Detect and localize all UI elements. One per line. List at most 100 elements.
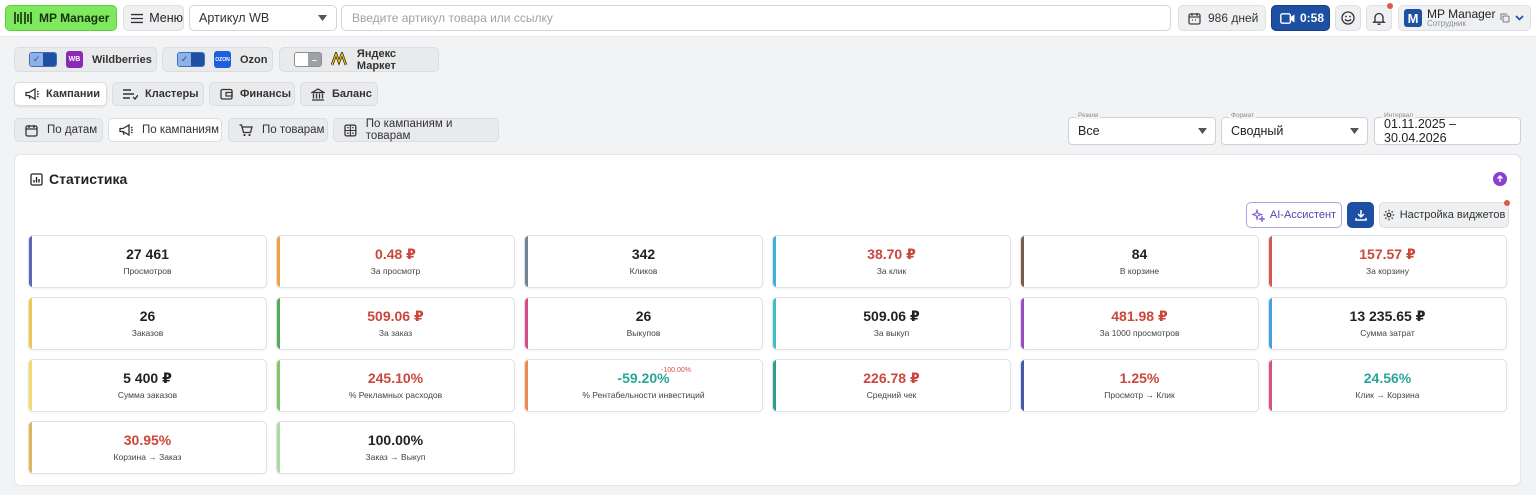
cart-icon <box>239 123 253 136</box>
menu-button[interactable]: Меню <box>123 5 184 31</box>
view-by-campaigns[interactable]: По кампаниям <box>108 118 222 142</box>
stat-card-caption: Заказ → Выкуп <box>365 451 426 462</box>
stat-card-caption: % Рекламных расходов <box>348 389 443 400</box>
top-bar: MP Manager Меню Артикул WB 986 дней 0:58… <box>0 0 1536 37</box>
article-type-select[interactable]: Артикул WB <box>189 5 337 31</box>
tab-balance[interactable]: Баланс <box>300 82 378 106</box>
stat-card-value: 26 <box>635 308 652 325</box>
bank-icon <box>311 87 325 101</box>
calendar-icon <box>25 124 38 137</box>
subscription-days-button[interactable]: 986 дней <box>1178 5 1266 31</box>
stat-card: 245.10% % Рекламных расходов <box>276 359 515 412</box>
notification-dot <box>1387 3 1393 9</box>
stat-card-accent <box>277 360 280 411</box>
format-select[interactable]: Формат Сводный <box>1221 112 1368 145</box>
marketplace-label: Яндекс Маркет <box>356 47 397 72</box>
stat-card-accent <box>773 360 776 411</box>
settings-notification-dot <box>1504 200 1510 206</box>
stat-card-delta: -100.00% <box>661 367 691 374</box>
bell-icon <box>1372 12 1386 25</box>
user-menu-button[interactable]: M MP Manager Сотрудник <box>1398 5 1531 31</box>
sparkle-icon <box>1251 208 1265 222</box>
view-label: По товарам <box>262 124 325 136</box>
smile-icon <box>1341 11 1355 25</box>
download-button[interactable] <box>1347 202 1374 228</box>
notifications-button[interactable] <box>1366 3 1393 31</box>
menu-label: Меню <box>149 11 183 25</box>
stat-card: 5 400 ₽ Сумма заказов <box>28 359 267 412</box>
wildberries-logo-icon: WB <box>66 51 83 68</box>
stat-card: 509.06 ₽ За выкуп <box>772 297 1011 350</box>
marketplace-toggle-yandex[interactable]: – Яндекс Маркет <box>279 47 439 72</box>
stat-card-accent <box>29 298 32 349</box>
stat-card-caption: Клик → Корзина <box>1355 389 1420 400</box>
grid-icon <box>344 123 357 137</box>
stat-card-caption: Просмотр → Клик <box>1104 389 1175 400</box>
stat-card-caption: За корзину <box>1366 265 1409 276</box>
marketplace-toggle-wildberries[interactable]: ✓ WB Wildberries <box>14 47 157 72</box>
stat-card: 226.78 ₽ Средний чек <box>772 359 1011 412</box>
stat-card: 27 461 Просмотров <box>28 235 267 288</box>
stat-card-value: 226.78 ₽ <box>863 370 920 387</box>
stat-card-value: 1.25% <box>1119 370 1160 387</box>
stat-card-accent <box>773 236 776 287</box>
hamburger-icon <box>131 13 144 23</box>
stat-card-value: 157.57 ₽ <box>1359 246 1416 263</box>
days-label: 986 дней <box>1208 11 1259 25</box>
stat-card-value: 342 <box>631 246 656 263</box>
view-by-products[interactable]: По товарам <box>228 118 328 142</box>
stat-card: 38.70 ₽ За клик <box>772 235 1011 288</box>
stat-card-value: 84 <box>1131 246 1148 263</box>
stat-card: 157.57 ₽ За корзину <box>1268 235 1507 288</box>
format-label: Формат <box>1229 112 1257 119</box>
logo-button[interactable]: MP Manager <box>5 5 117 31</box>
stat-card: 0.48 ₽ За просмотр <box>276 235 515 288</box>
stat-card: 481.98 ₽ За 1000 просмотров <box>1020 297 1259 350</box>
stat-card-accent <box>1269 360 1272 411</box>
stat-card: 13 235.65 ₽ Сумма затрат <box>1268 297 1507 350</box>
view-by-campaigns-and-products[interactable]: По кампаниям и товарам <box>333 118 499 142</box>
widget-settings-label: Настройка виджетов <box>1399 209 1506 221</box>
stat-card: 24.56% Клик → Корзина <box>1268 359 1507 412</box>
search-box <box>341 5 1171 31</box>
feedback-button[interactable] <box>1335 5 1361 31</box>
tab-finance[interactable]: Финансы <box>209 82 295 106</box>
stat-card-caption: % Рентабельности инвестиций <box>582 389 705 400</box>
interval-picker[interactable]: Интервал 01.11.2025 – 30.04.2026 <box>1374 112 1521 145</box>
stat-card-caption: Выкупов <box>626 327 661 338</box>
stat-card-accent <box>525 360 528 411</box>
panel-title-text: Статистика <box>49 171 128 187</box>
tab-campaigns[interactable]: Кампании <box>14 82 107 106</box>
stat-card-caption: Кликов <box>629 265 658 276</box>
stat-card-value: 26 <box>139 308 156 325</box>
stat-card-value: 27 461 <box>126 246 169 263</box>
mode-value: Все <box>1078 124 1100 138</box>
mode-select[interactable]: Режим Все <box>1068 112 1216 145</box>
user-role: Сотрудник <box>1427 19 1466 29</box>
tab-clusters[interactable]: Кластеры <box>112 82 204 106</box>
view-by-dates[interactable]: По датам <box>14 118 103 142</box>
stat-card: 26 Заказов <box>28 297 267 350</box>
tab-label: Финансы <box>240 88 292 100</box>
widget-settings-button[interactable]: Настройка виджетов <box>1379 200 1510 228</box>
video-timer-button[interactable]: 0:58 <box>1271 5 1330 31</box>
toggle-switch[interactable]: ✓ <box>177 52 205 67</box>
ai-assistant-button[interactable]: AI-Ассистент <box>1246 202 1342 228</box>
stat-card-accent <box>277 298 280 349</box>
toggle-switch[interactable]: ✓ <box>29 52 57 67</box>
article-type-value: Артикул WB <box>199 11 270 25</box>
collapse-button[interactable] <box>1493 172 1507 186</box>
stat-card-caption: За 1000 просмотров <box>1099 327 1180 338</box>
stat-card-value: 245.10% <box>367 370 424 387</box>
calendar-icon <box>1188 12 1201 25</box>
stat-card-accent <box>29 360 32 411</box>
video-icon <box>1280 12 1295 24</box>
marketplace-toggle-ozon[interactable]: ✓ OZON Ozon <box>162 47 273 72</box>
search-input[interactable] <box>352 11 1160 25</box>
ai-assistant-label: AI-Ассистент <box>1269 209 1337 221</box>
stat-card-caption: За просмотр <box>370 265 421 276</box>
toggle-switch[interactable]: – <box>294 52 322 67</box>
chevron-down-icon <box>1350 128 1359 134</box>
stat-card-accent <box>1269 298 1272 349</box>
timer-label: 0:58 <box>1300 11 1325 25</box>
